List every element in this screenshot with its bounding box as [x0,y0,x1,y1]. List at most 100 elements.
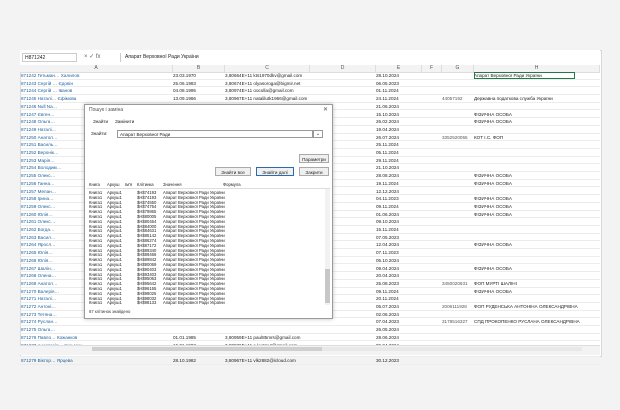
cell-g[interactable] [442,257,472,264]
cell-f[interactable] [422,141,442,148]
cell-h[interactable]: ФІЗИЧНА ОСОБА [474,180,594,187]
cell-a[interactable]: 871256 Ганна… [21,180,93,187]
cell-e[interactable]: 07.11.2023 [376,249,418,256]
cell-e[interactable]: 26.07.2024 [376,134,418,141]
cell-g[interactable] [442,111,472,118]
cell-h[interactable] [474,295,594,302]
cell-g[interactable] [442,141,472,148]
cell-g[interactable] [442,118,472,125]
cell-g[interactable] [442,241,472,248]
header-sheet[interactable]: Аркуш [107,181,119,188]
cell-a[interactable]: 871262 Богда… [21,226,93,233]
cell-f[interactable] [422,303,442,310]
cell-g[interactable]: 44057192 [442,95,472,102]
cell-g[interactable] [442,188,472,195]
cell-h[interactable]: ФОП РУДЕНСЬКА АНТОНІНА ОЛЕКСАНДРІВНА [474,303,594,310]
cell-h[interactable] [474,141,594,148]
table-row[interactable]: 871245 Наталі… Єфімова 13.09.1966 3,80967E… [20,95,600,103]
cell-g[interactable] [442,234,472,241]
table-row[interactable]: 871276 Павло… Кожанков 01.01.1985 3,80959E… [20,334,600,342]
cell-f[interactable] [422,118,442,125]
cell-a[interactable]: 871251 Василь… [21,141,93,148]
cell-g[interactable] [442,149,472,156]
cell-f[interactable] [422,311,442,318]
cell-f[interactable] [422,80,442,87]
header-value[interactable]: Значення [163,181,181,188]
cell-g[interactable] [442,265,472,272]
cell-h[interactable]: ФІЗИЧНА ОСОБА [474,241,594,248]
cell-f[interactable] [422,288,442,295]
cell-f[interactable] [422,272,442,279]
cell-e[interactable]: 12.12.2024 [376,188,418,195]
cell-h[interactable] [474,87,594,94]
cell-e[interactable]: 05.07.2024 [376,303,418,310]
cell-f[interactable] [422,280,442,287]
find-next-button[interactable]: Знайти далі [256,167,294,176]
cell-f[interactable] [422,326,442,333]
close-button[interactable]: Закрити [299,167,329,176]
cell-h[interactable] [474,126,594,133]
cell-c[interactable]: 3,80674E+11 olyasoroga@bigmir.net [225,80,311,87]
table-row[interactable]: 871275 Ольга… 26.05.2024 [20,326,600,334]
cell-a[interactable]: 871257 Мелан… [21,188,93,195]
cell-a[interactable]: 871261 Олекс… [21,218,93,225]
cell-e[interactable]: 12.04.2024 [376,241,418,248]
cell-f[interactable] [422,180,442,187]
cell-e[interactable]: 04.11.2023 [376,195,418,202]
cell-h[interactable] [474,218,594,225]
cell-e[interactable]: 09.04.2024 [376,265,418,272]
cell-f[interactable] [422,87,442,94]
cell-g[interactable] [442,172,472,179]
cell-a[interactable]: 871253 Марія… [21,157,93,164]
cell-f[interactable] [422,95,442,102]
cell-e[interactable]: 02.06.2024 [376,311,418,318]
options-button[interactable]: Параметри >> [299,154,329,171]
column-header-h[interactable]: H [474,65,600,72]
cell-f[interactable] [422,126,442,133]
cell-a[interactable]: 871246 Null Na… [21,103,93,110]
cell-h[interactable] [474,272,594,279]
cell-f[interactable] [422,211,442,218]
cell-h[interactable] [474,311,594,318]
horizontal-scroll-thumb[interactable] [92,347,322,351]
cell-a[interactable]: 871265 Юлія… [21,249,93,256]
find-input[interactable]: Апарат Верховної Ради [117,130,313,138]
cell-c[interactable] [225,318,311,325]
cell-a[interactable]: 871247 Євген… [21,111,93,118]
header-book[interactable]: Книга [89,181,100,188]
cell-a[interactable]: 871244 Сергій … Іванов [21,87,93,94]
column-header-e[interactable]: E [376,65,422,72]
close-icon[interactable]: ✕ [323,106,328,113]
cell-h[interactable] [474,234,594,241]
cell-g[interactable] [442,226,472,233]
cell-g[interactable] [442,195,472,202]
cell-e[interactable]: 26.05.2024 [376,326,418,333]
cell-g[interactable] [442,288,472,295]
header-cell[interactable]: Клітинка [137,181,154,188]
cell-f[interactable] [422,72,442,79]
cell-e[interactable]: 25.11.2024 [376,141,418,148]
cell-f[interactable] [422,265,442,272]
find-all-button[interactable]: Знайти все [215,167,251,176]
cell-c[interactable]: 3,80959E+11 paul85mrs@gmail.com [225,334,311,341]
cell-g[interactable]: 3178516327 [442,318,472,325]
name-box[interactable]: H871242 [22,53,77,62]
column-header-d[interactable]: D [310,65,376,72]
cell-g[interactable] [442,157,472,164]
cell-g[interactable] [442,103,472,110]
cell-h[interactable]: СПД ПРОКОПЕНКО РУСЛАНА ОЛЕКСАНДРІВНА [474,318,594,325]
cell-e[interactable]: 30.12.2023 [376,357,418,364]
table-row[interactable]: 871274 Руслан… 07.04.2023 3178516327 СПД ПР… [20,318,600,327]
cell-h[interactable] [474,257,594,264]
cell-h[interactable]: ФІЗИЧНА ОСОБА [474,111,594,118]
cell-h[interactable]: ФІЗИЧНА ОСОБА [474,211,594,218]
cell-e[interactable]: 24.11.2024 [376,95,418,102]
cell-a[interactable]: 871243 Сергій … Єдовін [21,80,93,87]
cell-a[interactable]: 871255 Олекс… [21,172,93,179]
cell-e[interactable]: 07.04.2023 [376,318,418,325]
cell-b[interactable]: 23.03.1970 [173,72,218,79]
cell-g[interactable] [442,334,472,341]
formula-input[interactable]: Апарат Верховної Ради України [120,53,595,62]
cell-a[interactable]: 871271 Наталі… [21,295,93,302]
cell-f[interactable] [422,164,442,171]
